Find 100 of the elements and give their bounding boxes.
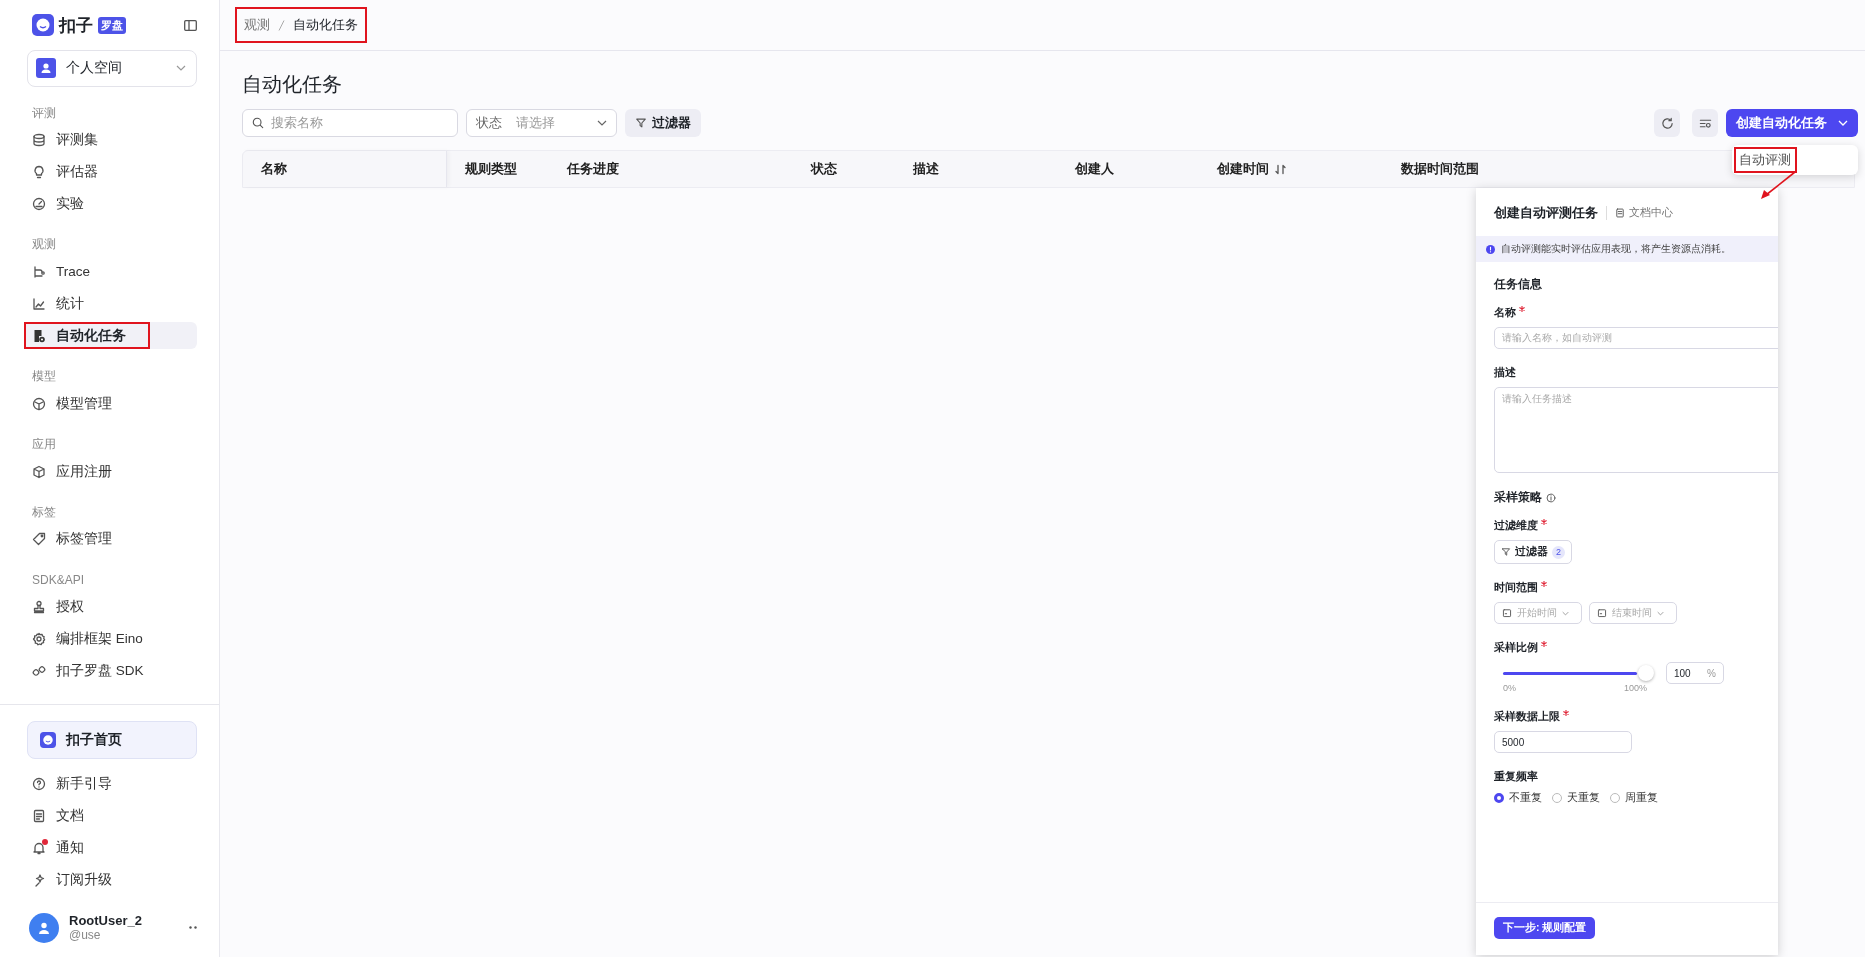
sidebar-item[interactable]: 自动化任务 [24,322,197,349]
workspace-select[interactable]: 个人空间 [27,50,197,87]
radio-button[interactable] [1552,793,1562,803]
logo-icon [40,732,56,749]
chevron-down-icon [1657,610,1664,616]
section-title: 采样策略 [1494,489,1542,506]
logo-icon [32,14,54,37]
sidebar-item[interactable]: 通知 [24,835,197,862]
slider-thumb[interactable] [1638,665,1654,681]
panel-title: 创建自动评测任务 [1494,204,1598,222]
sidebar-item[interactable]: 模型管理 [24,390,197,417]
sidebar-toggle-icon[interactable] [184,19,197,31]
slider-min-label: 0% [1503,683,1516,693]
sidebar-item[interactable]: 授权 [24,594,197,621]
column-header: 描述 [913,160,939,178]
bell-icon [32,841,46,856]
filter-button[interactable]: 过滤器 2 [1494,540,1572,564]
tag-icon [32,532,46,547]
status-select[interactable]: 状态 请选择 [466,109,617,137]
field-label: 时间范围 [1494,580,1538,595]
sidebar-item[interactable]: 应用注册 [24,458,197,485]
radio-option[interactable]: 天重复 [1552,791,1600,805]
breadcrumb-separator [278,19,285,31]
field-label: 重复频率 [1494,770,1538,782]
field-label: 名称 [1494,305,1516,320]
sort-icon[interactable] [1275,163,1286,175]
sidebar-item[interactable]: 订阅升级 [24,866,197,894]
section-label: 模型 [32,368,57,386]
column-header: 数据时间范围 [1401,160,1479,178]
task-doc-icon [32,328,46,343]
search-icon [252,117,264,129]
user-handle: @use [69,928,102,943]
user-icon [37,920,51,935]
chevron-down-icon [176,65,186,72]
gauge-icon [32,196,46,211]
sidebar-item[interactable]: 扣子罗盘 SDK [24,658,197,685]
ratio-input[interactable]: 100 % [1666,662,1724,684]
next-step-button[interactable]: 下一步: 规则配置 [1494,917,1596,939]
radio-option[interactable]: 周重复 [1610,791,1658,805]
sidebar-item[interactable]: 统计 [24,290,197,317]
chevron-down-icon [597,120,607,126]
calendar-icon [1597,608,1607,618]
calendar-icon [1502,608,1512,618]
sidebar-item[interactable]: 实验 [24,190,197,217]
column-header: 状态 [811,160,837,178]
column-header[interactable]: 创建时间 [1217,160,1269,178]
radio-button[interactable] [1610,793,1620,803]
section-label: SDK&API [32,572,86,590]
link-icon [32,664,46,679]
field-label: 采样比例 [1494,640,1538,655]
filter-icon [635,117,647,129]
home-button[interactable]: 扣子首页 [27,721,197,760]
column-settings-button[interactable] [1692,109,1718,137]
more-icon[interactable] [189,926,197,930]
settings-icon [32,632,46,647]
field-label: 描述 [1494,366,1516,378]
logo-badge: 罗盘 [98,16,126,34]
filter-icon [1501,547,1511,557]
avatar[interactable] [29,912,59,943]
menu-item[interactable]: 自动评测 [1738,150,1792,170]
breadcrumb-item: 自动化任务 [293,16,358,34]
limit-input[interactable]: 5000 [1494,731,1632,753]
annotation-arrow [1761,171,1796,199]
sidebar-item[interactable]: 文档 [24,803,197,830]
section-label: 应用 [32,436,57,454]
radio-button[interactable] [1494,793,1504,803]
help-icon [32,777,46,792]
page-title: 自动化任务 [242,72,343,97]
sidebar-item[interactable]: 编排框架 Eino [24,626,197,653]
section-label: 评测 [32,104,57,122]
column-header: 任务进度 [567,160,619,178]
database-icon [32,132,46,147]
sidebar-item[interactable]: Trace [24,258,197,285]
user-name: RootUser_2 [69,913,142,929]
sidebar-item[interactable]: 评估器 [24,158,197,185]
field-label: 过滤维度 [1494,518,1538,533]
section-label: 标签 [32,504,57,522]
radio-option[interactable]: 不重复 [1494,791,1542,805]
logo-text: 扣子 [59,14,93,37]
refresh-icon [1660,116,1674,130]
branch-icon [32,264,46,279]
section-label: 观测 [32,236,57,254]
breadcrumb-item[interactable]: 观测 [244,16,270,34]
sidebar-item[interactable]: 标签管理 [24,526,197,553]
chart-icon [32,296,46,311]
column-header: 名称 [261,160,287,178]
cube-icon [32,396,46,411]
filter-button[interactable]: 过滤器 [625,109,701,137]
refresh-button[interactable] [1654,109,1680,137]
notice-text: 自动评测能实时评估应用表现，将产生资源点消耗。 [1501,242,1731,256]
section-title: 任务信息 [1494,276,1543,293]
column-header: 创建人 [1075,160,1114,178]
create-task-button[interactable]: 创建自动化任务 [1726,109,1858,137]
doc-link[interactable]: 文档中心 [1615,206,1673,220]
info-icon [1486,244,1495,254]
chevron-down-icon [1562,610,1569,616]
stamp-icon [32,600,46,615]
slider-max-label: 100% [1623,683,1647,693]
sidebar-item[interactable]: 新手引导 [24,771,197,798]
sidebar-item[interactable]: 评测集 [24,126,197,153]
